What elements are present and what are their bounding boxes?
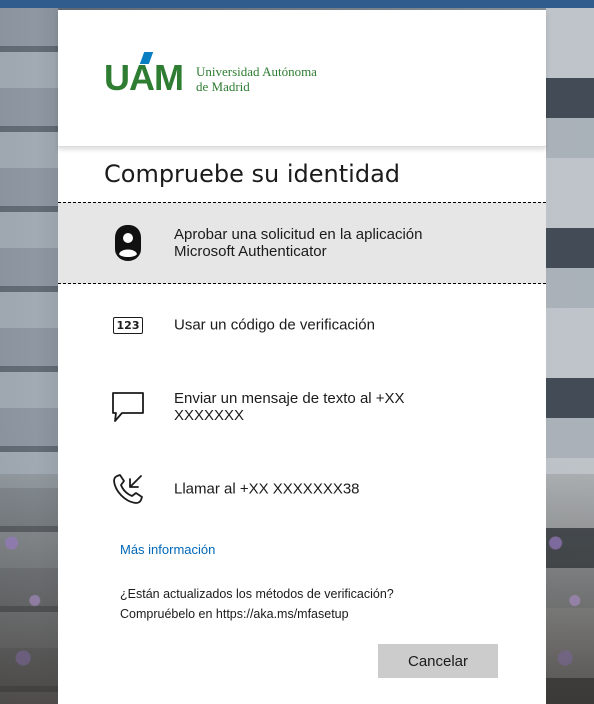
background-plants-right — [546, 474, 594, 704]
option-label: Usar un código de verificación — [174, 316, 375, 334]
top-accent-bar — [0, 0, 594, 8]
option-phone-call[interactable]: Llamar al +XX XXXXXXX38 — [58, 448, 546, 530]
page-title: Compruebe su identidad — [104, 160, 401, 188]
note-line2: Compruébelo en https://aka.ms/mfasetup — [120, 607, 349, 621]
option-authenticator-approve[interactable]: Aprobar una solicitud en la aplicación M… — [58, 202, 546, 284]
sign-in-dialog: UAM Universidad Autónoma de Madrid Compr… — [58, 10, 546, 704]
option-label: Llamar al +XX XXXXXXX38 — [174, 480, 360, 498]
organization-name-line1: Universidad Autónoma — [196, 64, 317, 79]
phone-call-icon — [108, 469, 148, 509]
option-verification-code[interactable]: 123 Usar un código de verificación — [58, 284, 546, 366]
dialog-header: UAM Universidad Autónoma de Madrid — [58, 10, 546, 147]
more-info-link[interactable]: Más información — [120, 542, 215, 557]
option-label: Aprobar una solicitud en la aplicación M… — [174, 226, 423, 260]
background-plants-left — [0, 474, 58, 704]
option-label: Enviar un mensaje de texto al +XX XXXXXX… — [174, 390, 405, 424]
option-send-sms[interactable]: Enviar un mensaje de texto al +XX XXXXXX… — [58, 366, 546, 448]
logo-letters: UAM — [104, 57, 184, 98]
authenticator-lock-icon — [108, 223, 148, 263]
organization-logo: UAM Universidad Autónoma de Madrid — [104, 52, 364, 98]
organization-name-line2: de Madrid — [196, 79, 250, 94]
note-line1: ¿Están actualizados los métodos de verif… — [120, 587, 394, 601]
organization-name: Universidad Autónoma de Madrid — [196, 64, 317, 94]
sms-message-icon — [108, 387, 148, 427]
cancel-button[interactable]: Cancelar — [378, 644, 498, 678]
verification-code-icon-text: 123 — [112, 316, 144, 334]
verification-methods-note: ¿Están actualizados los métodos de verif… — [120, 584, 500, 624]
verification-code-icon: 123 — [108, 305, 148, 345]
